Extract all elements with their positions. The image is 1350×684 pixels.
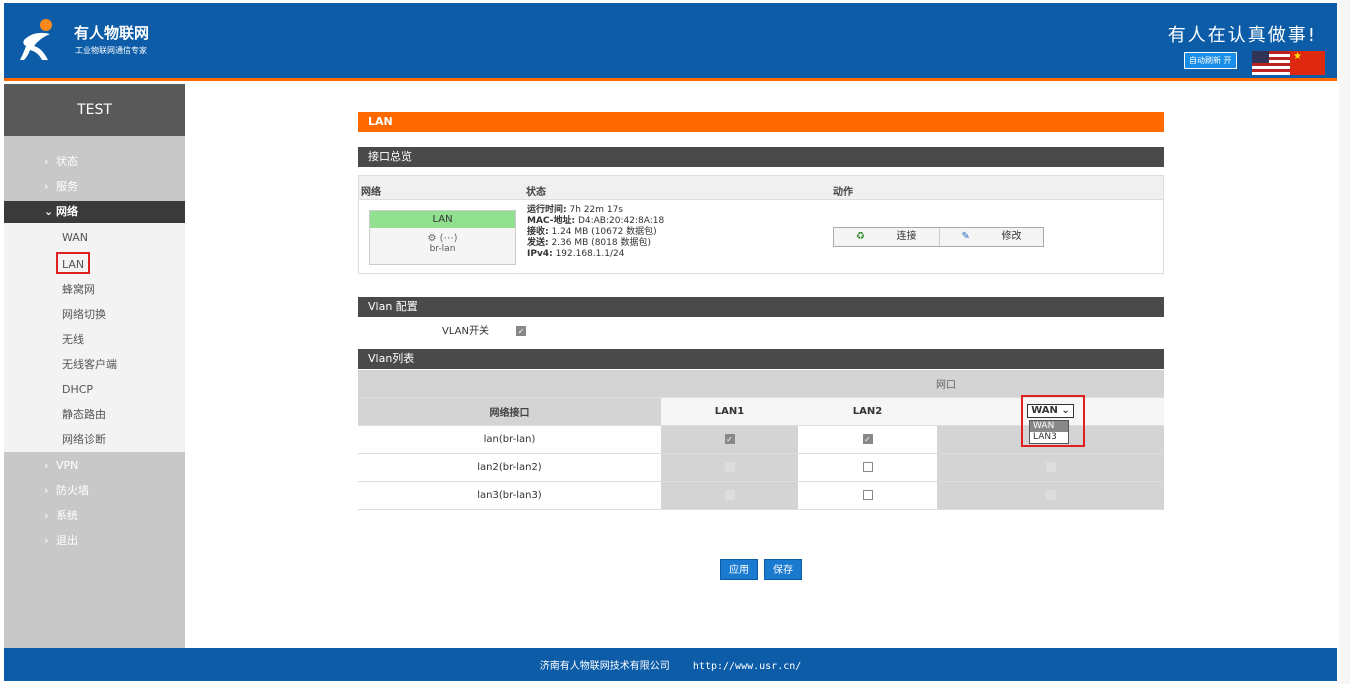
- ipv4-value: 192.168.1.1/24: [555, 249, 625, 259]
- row-third-checkbox: [1045, 461, 1056, 472]
- edit-icon: ✎: [961, 231, 970, 242]
- vlan-switch-row: VLAN开关 ✓: [442, 322, 527, 337]
- sidebar-sub-cellular[interactable]: 蜂窝网: [62, 279, 95, 301]
- chevron-right-icon: ›: [44, 180, 49, 193]
- sidebar: TEST › 状态 › 服务 ⌄ 网络 WAN LAN 蜂窝网 网络切换 无线 无线客…: [4, 84, 185, 648]
- page: { "header": { "brand": "有人物联网", "brand_s…: [0, 0, 1350, 684]
- auto-refresh-toggle[interactable]: 自动刷新 开: [1184, 52, 1237, 69]
- col-lan1: LAN1: [661, 397, 798, 426]
- page-title: LAN: [358, 112, 1164, 132]
- row-lan1-checkbox: [724, 489, 735, 500]
- us-flag-icon[interactable]: [1252, 51, 1292, 75]
- row-lan2-checkbox[interactable]: [862, 461, 873, 472]
- sidebar-sub-lan[interactable]: LAN: [56, 252, 91, 274]
- overview-table-row: LAN ⚙ (⋯) br-lan 运行时间: 7h 22m 17s MAC-地址…: [358, 200, 1164, 274]
- mac-value: D4:AB:20:42:8A:18: [577, 216, 665, 226]
- col-lan2: LAN2: [798, 397, 937, 426]
- refresh-icon: ♻: [856, 231, 865, 242]
- sidebar-sub-dhcp[interactable]: DHCP: [62, 379, 93, 401]
- connect-button[interactable]: ♻ 连接: [834, 228, 939, 246]
- sidebar-item-firewall[interactable]: › 防火墙: [4, 480, 185, 502]
- row-iface: lan3(br-lan3): [358, 481, 661, 510]
- sidebar-sub-net-switch[interactable]: 网络切换: [62, 304, 106, 326]
- chevron-right-icon: ›: [44, 484, 49, 497]
- sidebar-item-label: 状态: [56, 155, 78, 168]
- top-header: 有人物联网 工业物联网通信专家 有人在认真做事! 自动刷新 开 ★: [4, 3, 1337, 81]
- uptime-value: 7h 22m 17s: [569, 205, 623, 215]
- footer-company: 济南有人物联网技术有限公司: [539, 661, 670, 672]
- row-lan2-checkbox[interactable]: ✓: [862, 433, 873, 444]
- sidebar-item-label: 网络: [56, 205, 78, 218]
- chevron-down-icon: ⌄: [44, 205, 54, 218]
- ports-group-header: 网口: [358, 370, 1164, 398]
- sidebar-item-label: 防火墙: [56, 484, 89, 497]
- slogan: 有人在认真做事!: [1167, 25, 1317, 46]
- sidebar-item-label: 退出: [56, 534, 78, 547]
- chevron-right-icon: ›: [44, 509, 49, 522]
- vertical-scrollbar[interactable]: [1339, 0, 1350, 684]
- sidebar-sub-wireless-client[interactable]: 无线客户端: [62, 354, 117, 376]
- col-status: 状态: [526, 187, 546, 198]
- sidebar-item-system[interactable]: › 系统: [4, 505, 185, 527]
- sidebar-item-logout[interactable]: › 退出: [4, 530, 185, 552]
- tx-value: 2.36 MB (8018 数据包): [551, 238, 651, 248]
- highlight-box: [1021, 395, 1085, 447]
- sidebar-sub-static-route[interactable]: 静态路由: [62, 404, 106, 426]
- table-row: lan2(br-lan2): [358, 453, 1164, 482]
- save-button[interactable]: 保存: [764, 559, 802, 580]
- chevron-right-icon: ›: [44, 155, 49, 168]
- footer-url[interactable]: http://www.usr.cn/: [693, 661, 801, 672]
- sidebar-item-network[interactable]: ⌄ 网络: [4, 201, 185, 223]
- col-action: 动作: [833, 187, 853, 198]
- row-lan2-checkbox[interactable]: [862, 489, 873, 500]
- sidebar-item-services[interactable]: › 服务: [4, 176, 185, 198]
- sidebar-item-label: VPN: [56, 459, 79, 472]
- rx-value: 1.24 MB (10672 数据包): [551, 227, 657, 237]
- action-buttons: ♻ 连接 ✎ 修改: [833, 227, 1045, 247]
- vlan-list-title: Vlan列表: [358, 349, 1164, 369]
- vlan-switch-label: VLAN开关: [442, 326, 489, 337]
- interface-device: br-lan: [429, 244, 456, 254]
- col-iface: 网络接口: [358, 397, 661, 426]
- interface-card: LAN ⚙ (⋯) br-lan: [369, 210, 516, 265]
- sidebar-item-vpn[interactable]: › VPN: [4, 455, 185, 477]
- ethernet-ports-icon: ⚙ (⋯): [427, 233, 458, 244]
- row-iface: lan2(br-lan2): [358, 453, 661, 482]
- cn-flag-icon[interactable]: ★: [1290, 51, 1325, 75]
- interface-name: LAN: [370, 211, 515, 228]
- vlan-config-title: Vlan 配置: [358, 297, 1164, 317]
- overview-section-title: 接口总览: [358, 147, 1164, 167]
- sidebar-sub-diagnostics[interactable]: 网络诊断: [62, 429, 106, 451]
- brand-name: 有人物联网: [74, 24, 150, 42]
- brand-tagline: 工业物联网通信专家: [75, 46, 147, 55]
- row-iface: lan(br-lan): [358, 425, 661, 454]
- chevron-right-icon: ›: [44, 459, 49, 472]
- overview-table-header: 网络 状态 动作: [358, 175, 1164, 200]
- col-network: 网络: [361, 187, 381, 198]
- interface-status: 运行时间: 7h 22m 17s MAC-地址: D4:AB:20:42:8A:…: [527, 205, 665, 259]
- sidebar-title: TEST: [4, 84, 185, 136]
- sidebar-item-label: 服务: [56, 180, 78, 193]
- row-lan1-checkbox[interactable]: ✓: [724, 433, 735, 444]
- table-row: lan3(br-lan3): [358, 481, 1164, 510]
- sidebar-item-label: 系统: [56, 509, 78, 522]
- vlan-switch-checkbox[interactable]: ✓: [516, 326, 527, 336]
- footer: 济南有人物联网技术有限公司 http://www.usr.cn/: [4, 648, 1337, 681]
- row-lan1-checkbox: [724, 461, 735, 472]
- sidebar-item-status[interactable]: › 状态: [4, 151, 185, 173]
- chevron-right-icon: ›: [44, 534, 49, 547]
- flag-canton: [1252, 51, 1269, 63]
- apply-button[interactable]: 应用: [720, 559, 758, 580]
- edit-button[interactable]: ✎ 修改: [938, 228, 1044, 246]
- brand-logo-icon: [20, 19, 52, 60]
- sidebar-sub-wireless[interactable]: 无线: [62, 329, 84, 351]
- row-third-checkbox: [1045, 489, 1056, 500]
- sidebar-sub-wan[interactable]: WAN: [62, 227, 88, 249]
